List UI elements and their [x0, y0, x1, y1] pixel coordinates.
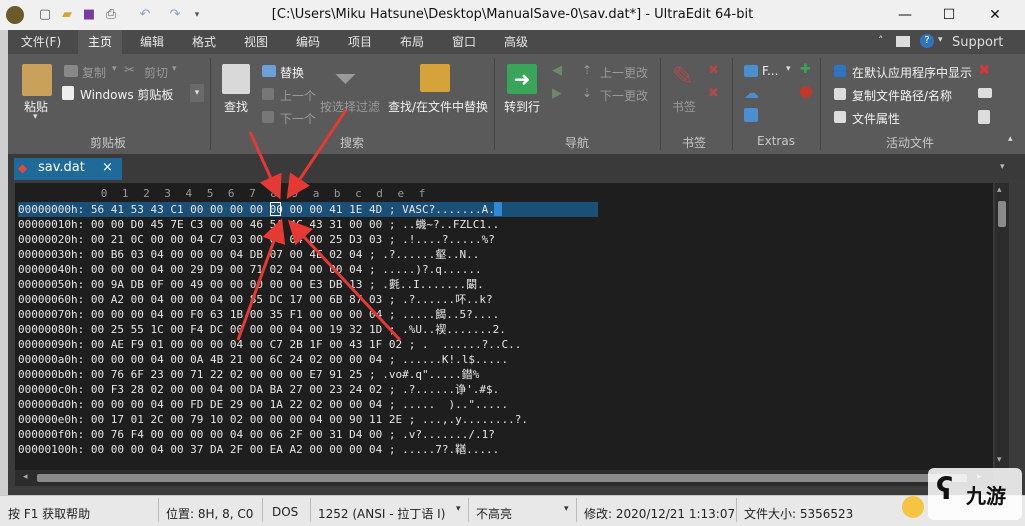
emoji-face-icon [902, 496, 924, 518]
watermark-logo: ʕ 九游 [896, 460, 1025, 525]
status-filesize: 文件大小: 5356523 [744, 507, 854, 521]
status-line-ending[interactable]: DOS [272, 505, 298, 519]
status-divider [576, 498, 577, 522]
status-help: 按 F1 获取帮助 [8, 507, 91, 521]
annotation-arrows [236, 109, 402, 342]
annotation-arrow [286, 109, 348, 199]
watermark-glyph-icon: ʕ [936, 472, 954, 507]
status-divider [262, 498, 263, 522]
highlight-dropdown-icon[interactable]: ▾ [564, 504, 569, 514]
status-bar [0, 495, 1025, 526]
status-divider [468, 498, 469, 522]
scroll-up-icon[interactable]: ▴ [997, 185, 1002, 195]
annotation-arrow [236, 218, 286, 341]
scroll-thumb[interactable] [998, 201, 1006, 227]
vertical-scrollbar[interactable]: ▴ ▾ [995, 183, 1009, 470]
scroll-left-icon[interactable]: ◂ [23, 472, 28, 482]
scroll-thumb[interactable] [37, 474, 967, 482]
status-divider [736, 498, 737, 522]
status-highlight[interactable]: 不高亮 [476, 505, 512, 522]
annotation-arrow [248, 131, 282, 200]
horizontal-scrollbar[interactable]: ◂ ▸ [15, 470, 993, 486]
status-modified: 修改: 2020/12/21 1:13:07 [584, 507, 736, 521]
status-position: 位置: 8H, 8, C0 [166, 507, 254, 521]
codepage-dropdown-icon[interactable]: ▾ [456, 504, 461, 514]
status-divider [158, 498, 159, 522]
status-divider [310, 498, 311, 522]
status-codepage[interactable]: 1252 (ANSI - 拉丁语 I) [318, 505, 445, 522]
annotation-arrow [287, 219, 402, 342]
watermark-text: 九游 [966, 484, 1006, 508]
